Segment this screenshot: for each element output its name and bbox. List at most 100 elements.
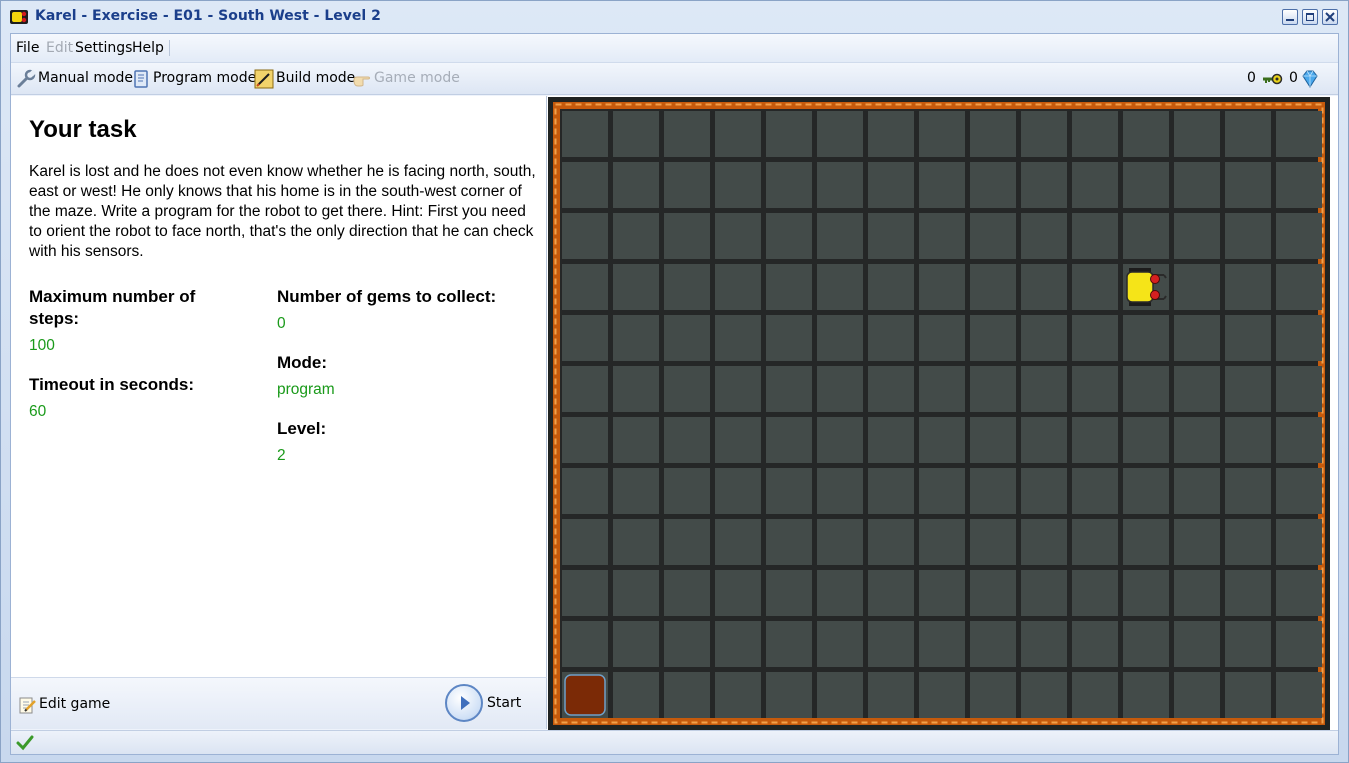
maze-cell [1072,111,1118,157]
robot-part [1126,271,1154,303]
maze-cell [766,519,812,565]
maze-cell [1276,162,1322,208]
maze-cell [1123,111,1169,157]
maze-cell [613,468,659,514]
maximize-button[interactable] [1302,9,1318,25]
maze-cell [817,570,863,616]
maze-cell [1276,468,1322,514]
task-heading: Your task [29,116,137,143]
maze-cell [970,111,1016,157]
game-mode-label: Game mode [374,70,460,86]
maze-cell [970,570,1016,616]
manual-mode-label: Manual mode [38,70,134,86]
minimize-button[interactable] [1282,9,1298,25]
menu-edit[interactable]: Edit [46,40,73,56]
action-bar: Edit game Start [11,677,547,729]
maze-cell [613,672,659,718]
menu-settings[interactable]: Settings [75,40,132,56]
maze-cell [766,570,812,616]
maze-cell [1174,672,1220,718]
maze-cell [868,672,914,718]
maze-cell [868,468,914,514]
edit-game-label: Edit game [39,696,111,712]
script-icon [134,70,148,88]
home-tile [564,674,606,716]
maze-cell [1225,264,1271,310]
start-button[interactable]: Start [445,684,535,724]
maze-cell [562,417,608,463]
maze-cell [1072,570,1118,616]
maze-cell [1021,111,1067,157]
maze-cell [664,213,710,259]
maze-cell [664,264,710,310]
maze-cell [868,315,914,361]
maze-cell [715,468,761,514]
max-steps-label: Maximum number of steps: [29,287,196,328]
program-mode-label: Program mode [153,70,257,86]
maze-cell [715,519,761,565]
maze-view [547,96,1338,730]
maze-cell [766,111,812,157]
maze-cell [664,366,710,412]
maze-cell [868,264,914,310]
maze-cell [1123,366,1169,412]
maze-cell [1072,213,1118,259]
maze-cell [1021,621,1067,667]
maze-cell [613,111,659,157]
maze-cell [715,621,761,667]
maze-cell [970,621,1016,667]
checkmark-icon [16,735,34,751]
maze-cell [1021,264,1067,310]
maze-cell [562,621,608,667]
build-pencil-icon [254,69,274,89]
home-layer [564,674,606,716]
maze-cell [919,519,965,565]
maze-cell [1225,672,1271,718]
maze-cell [1072,264,1118,310]
maze-cell [1225,621,1271,667]
maze-cell [562,519,608,565]
maze-cell [1021,366,1067,412]
maze-cell [613,519,659,565]
maze-cell [1276,672,1322,718]
maze-cell [919,315,965,361]
maze-cell [868,366,914,412]
gems-to-collect-value: 0 [277,315,286,332]
close-icon [1325,12,1335,22]
close-button[interactable] [1322,9,1338,25]
maze-cell [1225,468,1271,514]
maze-cell [1225,570,1271,616]
maze-cell [715,315,761,361]
maze-cell [715,672,761,718]
maze-cell [613,570,659,616]
maze-cell [817,468,863,514]
gems-to-collect-label: Number of gems to collect: [277,287,497,306]
maze-cell [664,468,710,514]
menu-file[interactable]: File [16,40,39,56]
maze-cell [613,621,659,667]
maze-cell [817,213,863,259]
maze-cell [766,468,812,514]
maze-cell [562,213,608,259]
window-title: Karel - Exercise - E01 - South West - Le… [35,8,381,24]
maze-cell [1276,417,1322,463]
maze-cell [919,570,965,616]
menu-help[interactable]: Help [132,40,164,56]
maze-cell [562,468,608,514]
maze-cell [562,570,608,616]
maze-cell [1174,315,1220,361]
maze-cell [868,570,914,616]
maze-cell [817,621,863,667]
level-value: 2 [277,447,286,464]
maze-cell [868,111,914,157]
maze-cell [1276,315,1322,361]
maze-cell [817,111,863,157]
edit-document-icon [19,697,36,714]
maze-cell [715,570,761,616]
title-bar[interactable]: Karel - Exercise - E01 - South West - Le… [1,1,1348,33]
maze-cell [1072,621,1118,667]
play-button-circle [445,684,483,722]
maximize-icon [1306,13,1314,21]
timeout-value: 60 [29,403,47,420]
mode-value: program [277,381,335,398]
